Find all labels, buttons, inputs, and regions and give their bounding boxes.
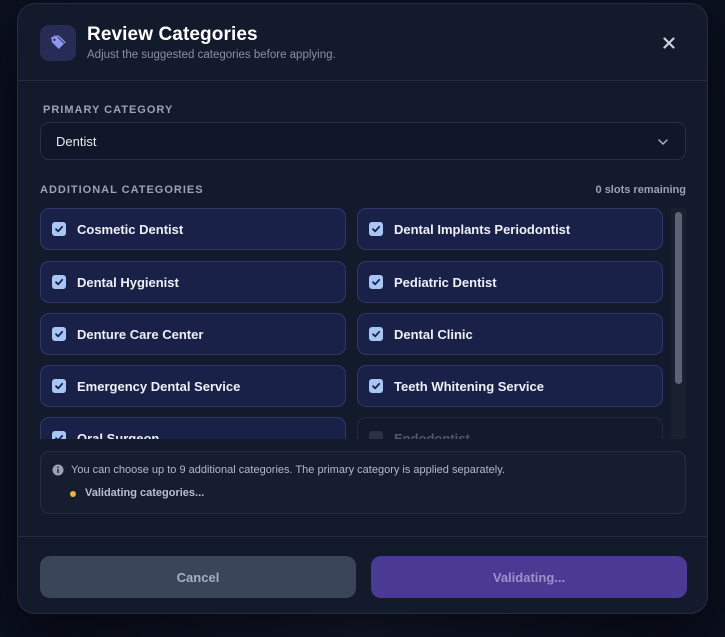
dialog-subtitle: Adjust the suggested categories before a…	[87, 49, 336, 61]
category-label: Emergency Dental Service	[77, 378, 241, 394]
checkbox-checked-icon[interactable]	[52, 431, 66, 439]
category-label: Dental Hygienist	[77, 274, 179, 290]
checkbox-checked-icon[interactable]	[52, 275, 66, 289]
dialog-header: Review Categories Adjust the suggested c…	[18, 4, 707, 81]
category-item[interactable]: Pediatric Dentist	[357, 261, 663, 303]
info-box: You can choose up to 9 additional catego…	[40, 451, 686, 514]
category-item[interactable]: Dental Implants Periodontist	[357, 208, 663, 250]
review-categories-dialog: Review Categories Adjust the suggested c…	[17, 3, 708, 614]
dialog-footer: Cancel Validating...	[18, 536, 707, 613]
validating-button[interactable]: Validating...	[371, 556, 687, 598]
dialog-title: Review Categories	[87, 24, 258, 45]
validation-status: Validating categories...	[85, 487, 205, 499]
checkbox-unchecked-icon	[369, 431, 383, 439]
category-label: Endodontist	[394, 430, 470, 440]
category-label: Dental Clinic	[394, 326, 473, 342]
info-icon	[52, 464, 64, 476]
checkbox-checked-icon[interactable]	[369, 379, 383, 393]
category-item[interactable]: Dental Clinic	[357, 313, 663, 355]
primary-category-value: Dentist	[56, 133, 97, 149]
category-scrollbar[interactable]	[671, 208, 686, 439]
category-label: Cosmetic Dentist	[77, 221, 184, 237]
slots-remaining: 0 slots remaining	[595, 184, 686, 196]
primary-category-select[interactable]: Dentist	[40, 122, 686, 160]
category-label: Teeth Whitening Service	[394, 378, 545, 394]
primary-category-label: PRIMARY CATEGORY	[43, 104, 174, 116]
checkbox-checked-icon[interactable]	[369, 222, 383, 236]
info-text: You can choose up to 9 additional catego…	[71, 464, 505, 476]
checkbox-checked-icon[interactable]	[369, 275, 383, 289]
scrollbar-thumb[interactable]	[675, 212, 682, 384]
category-label: Pediatric Dentist	[394, 274, 497, 290]
category-item[interactable]: Emergency Dental Service	[40, 365, 346, 407]
chevron-down-icon	[658, 139, 668, 145]
cancel-button[interactable]: Cancel	[40, 556, 356, 598]
category-label: Denture Care Center	[77, 326, 204, 342]
category-item[interactable]: Oral Surgeon	[40, 417, 346, 439]
category-label: Dental Implants Periodontist	[394, 221, 571, 237]
tag-icon	[40, 25, 76, 61]
close-button[interactable]	[657, 31, 681, 55]
checkbox-checked-icon[interactable]	[52, 379, 66, 393]
status-dot	[70, 491, 76, 497]
checkbox-checked-icon[interactable]	[52, 222, 66, 236]
category-item[interactable]: Denture Care Center	[40, 313, 346, 355]
checkbox-checked-icon[interactable]	[52, 327, 66, 341]
close-icon	[663, 37, 675, 49]
category-item-disabled: Endodontist	[357, 417, 663, 439]
category-item[interactable]: Dental Hygienist	[40, 261, 346, 303]
category-label: Oral Surgeon	[77, 430, 160, 440]
checkbox-checked-icon[interactable]	[369, 327, 383, 341]
additional-categories-label: ADDITIONAL CATEGORIES	[40, 184, 204, 196]
category-grid: Cosmetic Dentist Dental Implants Periodo…	[40, 208, 690, 439]
category-item[interactable]: Teeth Whitening Service	[357, 365, 663, 407]
category-item[interactable]: Cosmetic Dentist	[40, 208, 346, 250]
